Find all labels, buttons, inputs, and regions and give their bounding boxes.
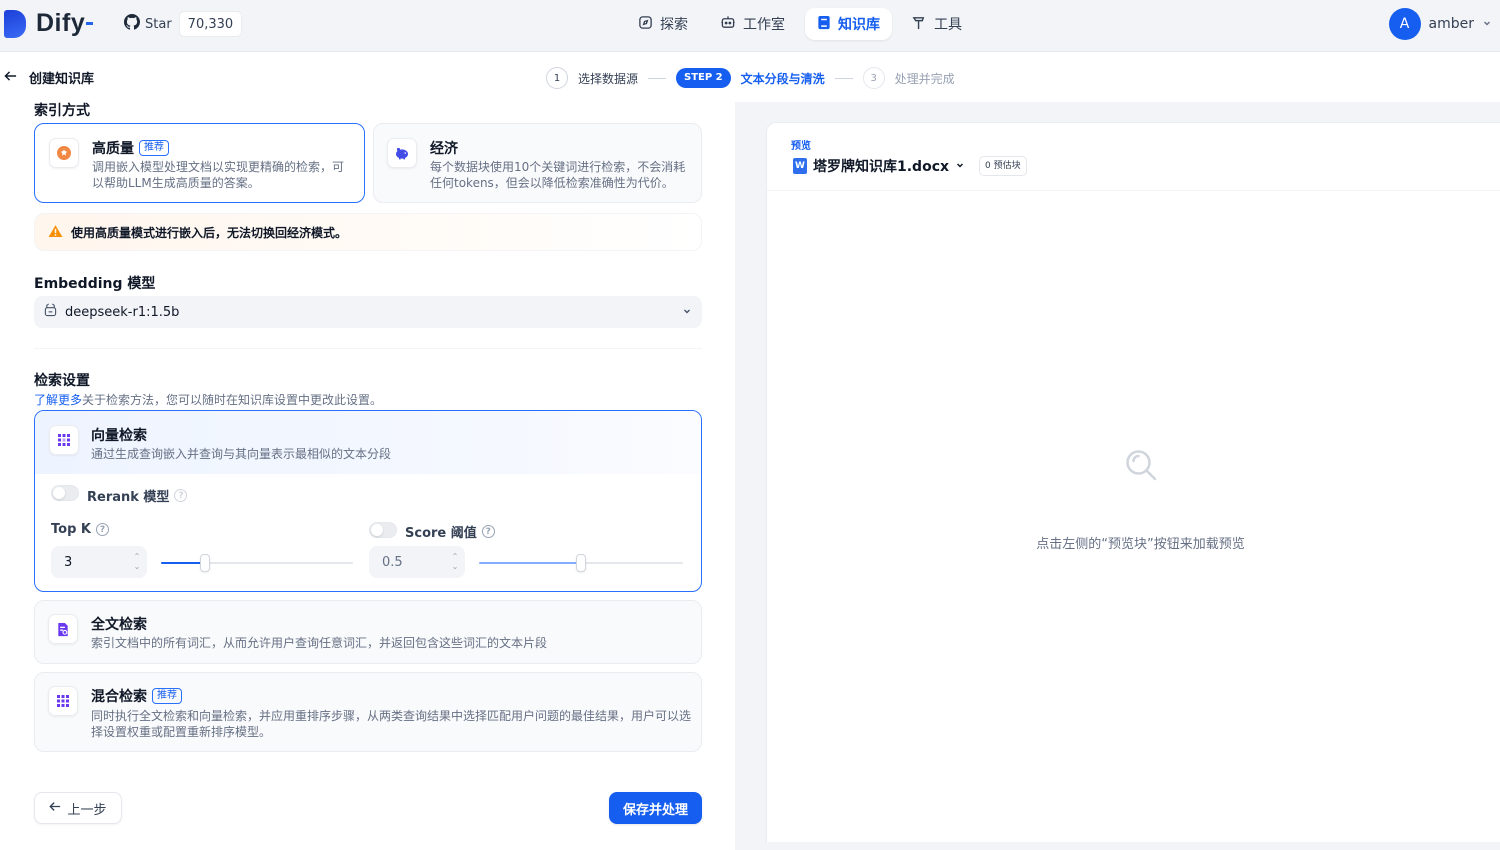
step-2-label: 文本分段与清洗 [740,71,825,86]
topk-slider-thumb[interactable] [200,554,210,572]
score-threshold-label: Score 阈值 [405,526,477,541]
preview-label: 预览 [791,141,811,152]
hybrid-search-desc: 同时执行全文检索和向量检索，并应用重排序步骤，从两类查询结果中选择匹配用户问题的… [91,709,692,739]
learn-more-link[interactable]: 了解更多 [34,393,82,407]
high-quality-desc: 调用嵌入模型处理文档以实现更精确的检索，可以帮助LLM生成高质量的答案。 [92,160,345,190]
step-3-label: 处理并完成 [894,71,955,86]
chevron-down-icon [682,305,692,320]
book-icon [817,15,831,34]
stepper: 1 选择数据源 STEP 2 文本分段与清洗 3 处理并完成 [546,67,955,89]
step-2-pill: STEP 2 [676,68,731,88]
search-icon [1123,447,1159,487]
rerank-toggle[interactable] [51,485,79,501]
vector-search-desc: 通过生成查询嵌入并查询与其向量表示最相似的文本分段 [91,447,392,461]
page-header: 创建知识库 1 选择数据源 STEP 2 文本分段与清洗 3 处理并完成 [0,52,1500,102]
score-stepper[interactable]: ⌃ ⌄ [445,546,465,578]
preview-file-name: 塔罗牌知识库1.docx [813,159,950,175]
back-to-knowledge[interactable]: 创建知识库 [4,68,94,87]
index-high-quality-card[interactable]: 高质量 推荐 调用嵌入模型处理文档以实现更精确的检索，可以帮助LLM生成高质量的… [34,123,365,203]
github-star-label: Star [145,16,172,32]
model-cube-icon [44,303,57,321]
compass-icon [638,15,653,34]
page-title: 创建知识库 [29,72,95,87]
github-star-widget[interactable]: Star 70,330 [117,10,243,38]
dify-logo[interactable]: Dify [4,9,94,38]
retrieval-title: 检索设置 [34,373,90,389]
hybrid-search-card[interactable]: 混合检索 推荐 同时执行全文检索和向量检索，并应用重排序步骤，从两类查询结果中选… [34,672,702,752]
topk-label: Top K [51,522,91,537]
recommended-badge: 推荐 [139,140,169,156]
avatar: A [1388,8,1421,40]
nav-explore[interactable]: 探索 [626,8,700,40]
embedding-title: Embedding 模型 [34,276,156,292]
index-warning: 使用高质量模式进行嵌入后，无法切换回经济模式。 [34,213,702,251]
top-navbar: Dify Star 70,330 探索 工作室 知识库 工具 A amber [0,0,1500,52]
nav-studio[interactable]: 工作室 [708,8,797,40]
github-icon [124,14,140,34]
rerank-label: Rerank 模型 [87,490,170,505]
recommended-badge: 推荐 [152,688,182,704]
vector-grid-icon [49,425,79,455]
embedding-model-value: deepseek-r1:1.5b [65,304,180,320]
warning-triangle-icon [48,224,63,241]
main-nav: 探索 工作室 知识库 工具 [626,8,974,40]
vector-search-card[interactable]: 向量检索 通过生成查询嵌入并查询与其向量表示最相似的文本分段 Rerank 模型… [34,410,702,592]
chevron-down-icon [955,158,965,174]
previous-step-button[interactable]: 上一步 [34,792,122,824]
score-threshold-slider[interactable] [479,554,683,572]
hybrid-search-title: 混合检索 [91,689,147,705]
fulltext-search-title: 全文检索 [91,617,147,633]
topk-slider[interactable] [161,554,353,572]
robot-icon [720,15,736,34]
vector-search-title: 向量检索 [91,428,147,444]
high-quality-title: 高质量 [92,141,134,157]
preview-pane: 预览 W 塔罗牌知识库1.docx 0 预估块 点击左侧的“预览块”按钮来加载预… [766,122,1500,842]
arrow-left-icon [49,801,61,816]
dify-logo-mark [4,9,26,38]
piggy-bank-icon [387,138,417,168]
step-3-number: 3 [862,67,885,89]
help-circle-icon: ? [481,525,495,538]
topk-input[interactable]: 3 ⌃ ⌄ [51,546,147,578]
brand-name: Dify [36,9,86,37]
hammer-icon [912,15,927,34]
help-circle-icon: ? [174,489,188,502]
preview-empty-text: 点击左侧的“预览块”按钮来加载预览 [1036,537,1245,552]
word-doc-icon: W [793,158,807,174]
user-menu[interactable]: A amber [1388,8,1492,40]
fulltext-search-desc: 索引文档中的所有词汇，从而允许用户查询任意词汇，并返回包含这些词汇的文本片段 [91,636,548,650]
settings-pane: 索引方式 高质量 推荐 调用嵌入模型处理文档以实现更精确的检索，可以帮助LLM生… [0,102,735,850]
user-name: amber [1428,16,1474,32]
step-1-number: 1 [546,67,568,89]
github-star-count: 70,330 [178,11,243,37]
step-1-label: 选择数据源 [578,71,639,86]
score-threshold-input[interactable]: 0.5 ⌃ ⌄ [369,546,465,578]
document-search-icon [48,614,78,644]
embedding-model-select[interactable]: deepseek-r1:1.5b [34,296,702,328]
chevron-down-icon [1482,16,1492,32]
preview-file-select[interactable]: W 塔罗牌知识库1.docx 0 预估块 [793,156,1027,176]
warning-text: 使用高质量模式进行嵌入后，无法切换回经济模式。 [71,225,348,240]
nav-tools[interactable]: 工具 [900,8,974,40]
score-threshold-toggle[interactable] [369,522,397,538]
fulltext-search-card[interactable]: 全文检索 索引文档中的所有词汇，从而允许用户查询任意词汇，并返回包含这些词汇的文… [34,600,702,664]
economy-desc: 每个数据块使用10个关键词进行检索，不会消耗任何tokens，但会以降低检索准确… [430,160,686,190]
estimated-chunks-badge: 0 预估块 [979,156,1027,176]
hybrid-grid-icon [48,686,78,716]
retrieval-desc: 关于检索方法，您可以随时在知识库设置中更改此设置。 [82,393,383,407]
arrow-left-icon [4,70,17,86]
star-badge-icon [49,138,79,168]
nav-knowledge[interactable]: 知识库 [805,8,892,40]
topk-stepper[interactable]: ⌃ ⌄ [127,546,147,578]
score-slider-thumb[interactable] [576,554,586,572]
save-and-process-button[interactable]: 保存并处理 [609,792,702,824]
help-circle-icon: ? [95,523,109,536]
index-economy-card[interactable]: 经济 每个数据块使用10个关键词进行检索，不会消耗任何tokens，但会以降低检… [373,123,702,203]
economy-title: 经济 [430,141,458,157]
index-method-title: 索引方式 [34,103,90,119]
